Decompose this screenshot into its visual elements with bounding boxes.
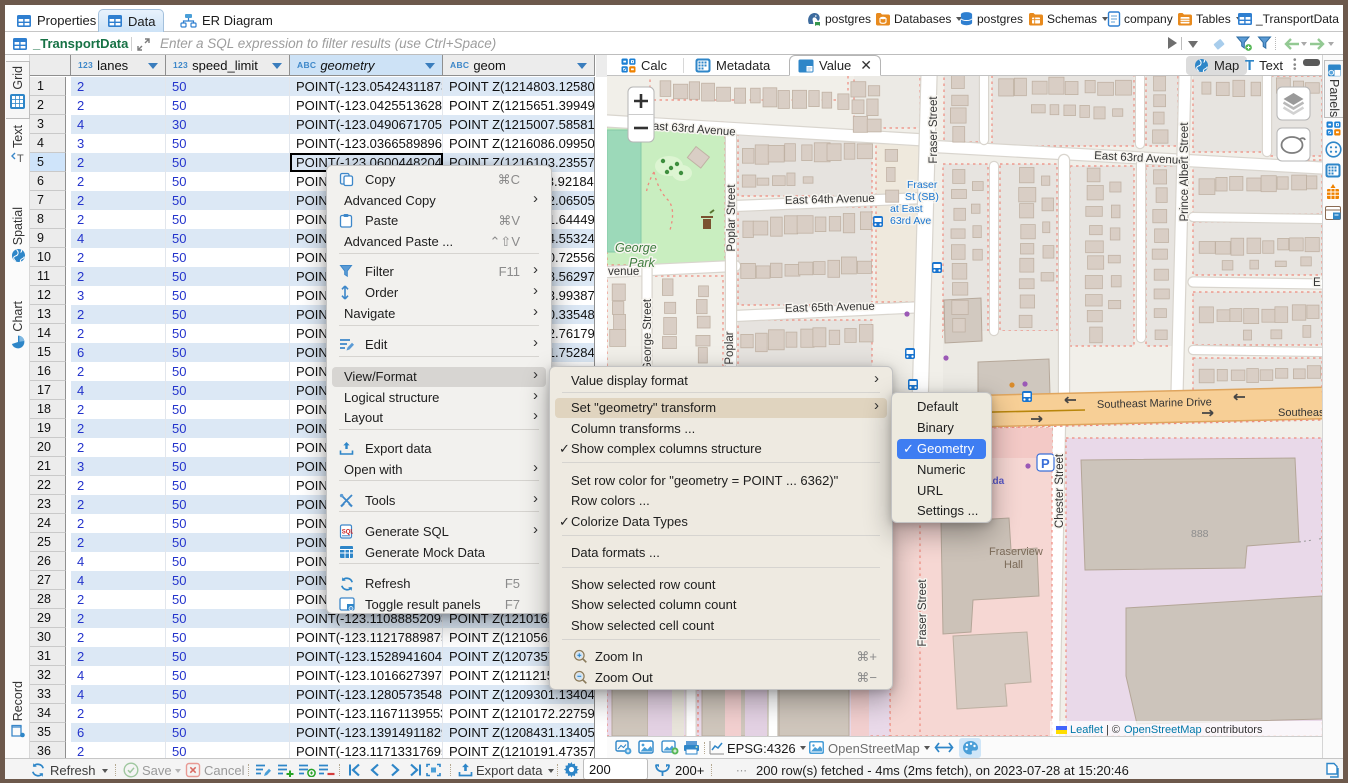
svg-text:| ©: | © — [1106, 724, 1120, 736]
svg-text:SQL: SQL — [342, 529, 353, 535]
svg-text:888: 888 — [1191, 528, 1209, 540]
svg-text:Fraser Street: Fraser Street — [928, 96, 940, 164]
svg-text:Fraserview: Fraserview — [989, 546, 1043, 558]
svg-text:East 64th Avenue: East 64th Avenue — [785, 193, 875, 207]
svg-text:St (SB): St (SB) — [905, 191, 939, 203]
svg-text:Fraser: Fraser — [907, 179, 938, 191]
svg-text:P: P — [1041, 456, 1050, 471]
svg-text:E: E — [1313, 277, 1321, 289]
svg-text:Poplar Street: Poplar Street — [726, 184, 738, 252]
svg-text:George: George — [615, 241, 657, 255]
svg-text:Poplar: Poplar — [724, 331, 736, 364]
svg-text:Prince Albert Street: Prince Albert Street — [1179, 122, 1191, 222]
svg-text:63rd Ave: 63rd Ave — [890, 215, 931, 227]
svg-text:at East: at East — [890, 203, 923, 215]
svg-text:Fraser Street: Fraser Street — [917, 579, 929, 647]
svg-text:Park: Park — [629, 256, 655, 270]
svg-text:Chester Street: Chester Street — [1054, 453, 1066, 528]
svg-text:Southeas: Southeas — [1278, 407, 1322, 419]
svg-text:T: T — [17, 153, 24, 165]
svg-text:contributors: contributors — [1205, 724, 1263, 736]
svg-text:Leaflet: Leaflet — [1070, 724, 1103, 736]
svg-text:OpenStreetMap: OpenStreetMap — [1124, 724, 1202, 736]
svg-text:East 65th Avenue: East 65th Avenue — [785, 301, 875, 315]
svg-text:Hall: Hall — [1004, 559, 1023, 571]
svg-text:George Street: George Street — [642, 298, 654, 371]
